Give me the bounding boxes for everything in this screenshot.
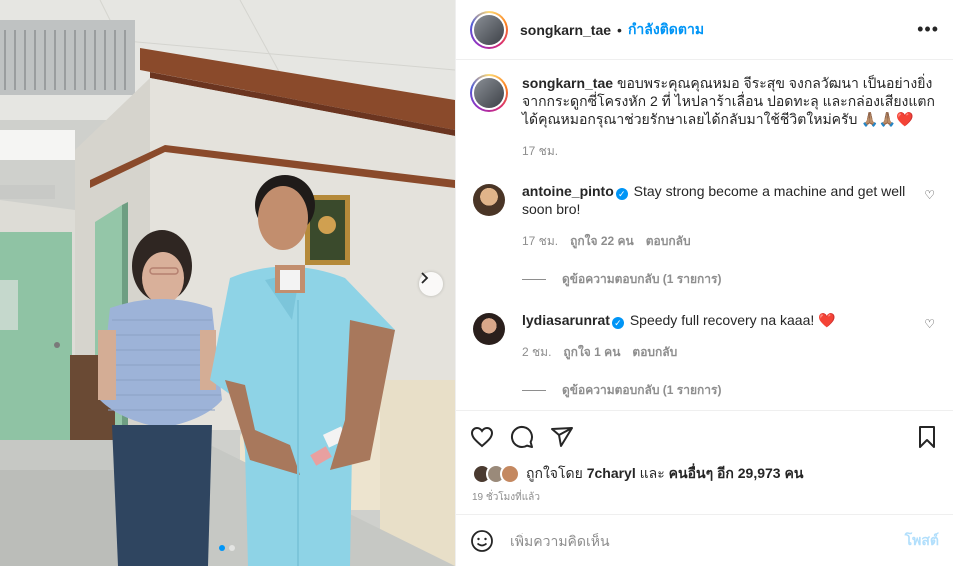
author-username[interactable]: songkarn_tae bbox=[520, 22, 611, 38]
comment-likes[interactable]: ถูกใจ 22 คน bbox=[570, 232, 634, 250]
share-paper-plane-icon[interactable] bbox=[550, 425, 574, 449]
liker-avatar bbox=[500, 464, 520, 484]
likes-prefix: ถูกใจโดย bbox=[526, 465, 583, 481]
comment-likes[interactable]: ถูกใจ 1 คน bbox=[563, 343, 620, 361]
comment-input[interactable] bbox=[510, 532, 905, 549]
view-replies-button[interactable]: ดูข้อความตอบกลับ (1 รายการ) bbox=[522, 381, 939, 400]
verified-badge-icon: ✓ bbox=[615, 188, 628, 200]
carousel-dot-active bbox=[219, 545, 225, 551]
comment-time[interactable]: 17 ชม. bbox=[522, 232, 558, 250]
author-avatar[interactable] bbox=[470, 10, 508, 49]
post-timestamp[interactable]: 19 ชั่วโมงที่แล้ว bbox=[456, 486, 953, 514]
commenter-avatar[interactable] bbox=[473, 313, 505, 345]
following-button[interactable]: กำลังติดตาม bbox=[628, 19, 704, 41]
commenter-username[interactable]: antoine_pinto bbox=[522, 183, 614, 199]
caption-time[interactable]: 17 ชม. bbox=[522, 142, 558, 160]
post-side-panel: songkarn_tae • กำลังติดตาม ••• songkarn_… bbox=[455, 0, 953, 566]
liker-username[interactable]: 7charyl bbox=[587, 465, 636, 481]
reply-button[interactable]: ตอบกลับ bbox=[646, 232, 691, 250]
comment-like-heart-icon[interactable]: ♡ bbox=[924, 188, 935, 202]
comment-time[interactable]: 2 ชม. bbox=[522, 343, 551, 361]
post-comment-button[interactable]: โพสต์ bbox=[905, 530, 939, 552]
likes-others[interactable]: คนอื่นๆ อีก 29,973 คน bbox=[669, 465, 804, 481]
caption-avatar[interactable] bbox=[470, 74, 508, 112]
view-replies-label: ดูข้อความตอบกลับ (1 รายการ) bbox=[562, 272, 722, 286]
comments-section[interactable]: songkarn_tae ขอบพระคุณคุณหมอ จีระสุข จงก… bbox=[456, 60, 953, 410]
view-replies-label: ดูข้อความตอบกลับ (1 รายการ) bbox=[562, 383, 722, 397]
next-slide-button[interactable] bbox=[419, 272, 443, 296]
post-photo[interactable] bbox=[0, 0, 455, 566]
more-options-icon[interactable]: ••• bbox=[917, 19, 939, 40]
caption: songkarn_tae ขอบพระคุณคุณหมอ จีระสุข จงก… bbox=[470, 74, 939, 160]
add-comment-bar: โพสต์ bbox=[456, 514, 953, 566]
comment-bubble-icon[interactable] bbox=[510, 425, 534, 449]
commenter-avatar[interactable] bbox=[473, 184, 505, 216]
likes-and: และ bbox=[639, 465, 665, 481]
post-header: songkarn_tae • กำลังติดตาม ••• bbox=[456, 0, 953, 60]
view-replies-button[interactable]: ดูข้อความตอบกลับ (1 รายการ) bbox=[522, 270, 939, 289]
caption-username[interactable]: songkarn_tae bbox=[522, 75, 613, 91]
header-separator: • bbox=[617, 21, 622, 38]
comment-item: antoine_pinto ✓ Stay strong become a mach… bbox=[470, 182, 939, 250]
comment-like-heart-icon[interactable]: ♡ bbox=[924, 317, 935, 331]
save-bookmark-icon[interactable] bbox=[915, 425, 939, 449]
comment-item: lydiasarunrat ✓ Speedy full recovery na k… bbox=[470, 311, 939, 361]
chevron-right-icon bbox=[421, 272, 429, 284]
carousel-dot bbox=[229, 545, 235, 551]
comment-text: Speedy full recovery na kaaa! ❤️ bbox=[629, 312, 836, 328]
like-heart-icon[interactable] bbox=[470, 425, 494, 449]
post-actions bbox=[456, 410, 953, 462]
commenter-username[interactable]: lydiasarunrat bbox=[522, 312, 610, 328]
likes-summary[interactable]: ถูกใจโดย 7charyl และ คนอื่นๆ อีก 29,973 … bbox=[456, 462, 953, 486]
verified-badge-icon: ✓ bbox=[611, 317, 624, 329]
carousel-dots bbox=[219, 545, 235, 551]
emoji-icon[interactable] bbox=[470, 529, 494, 553]
reply-button[interactable]: ตอบกลับ bbox=[632, 343, 677, 361]
post-image bbox=[0, 0, 455, 566]
